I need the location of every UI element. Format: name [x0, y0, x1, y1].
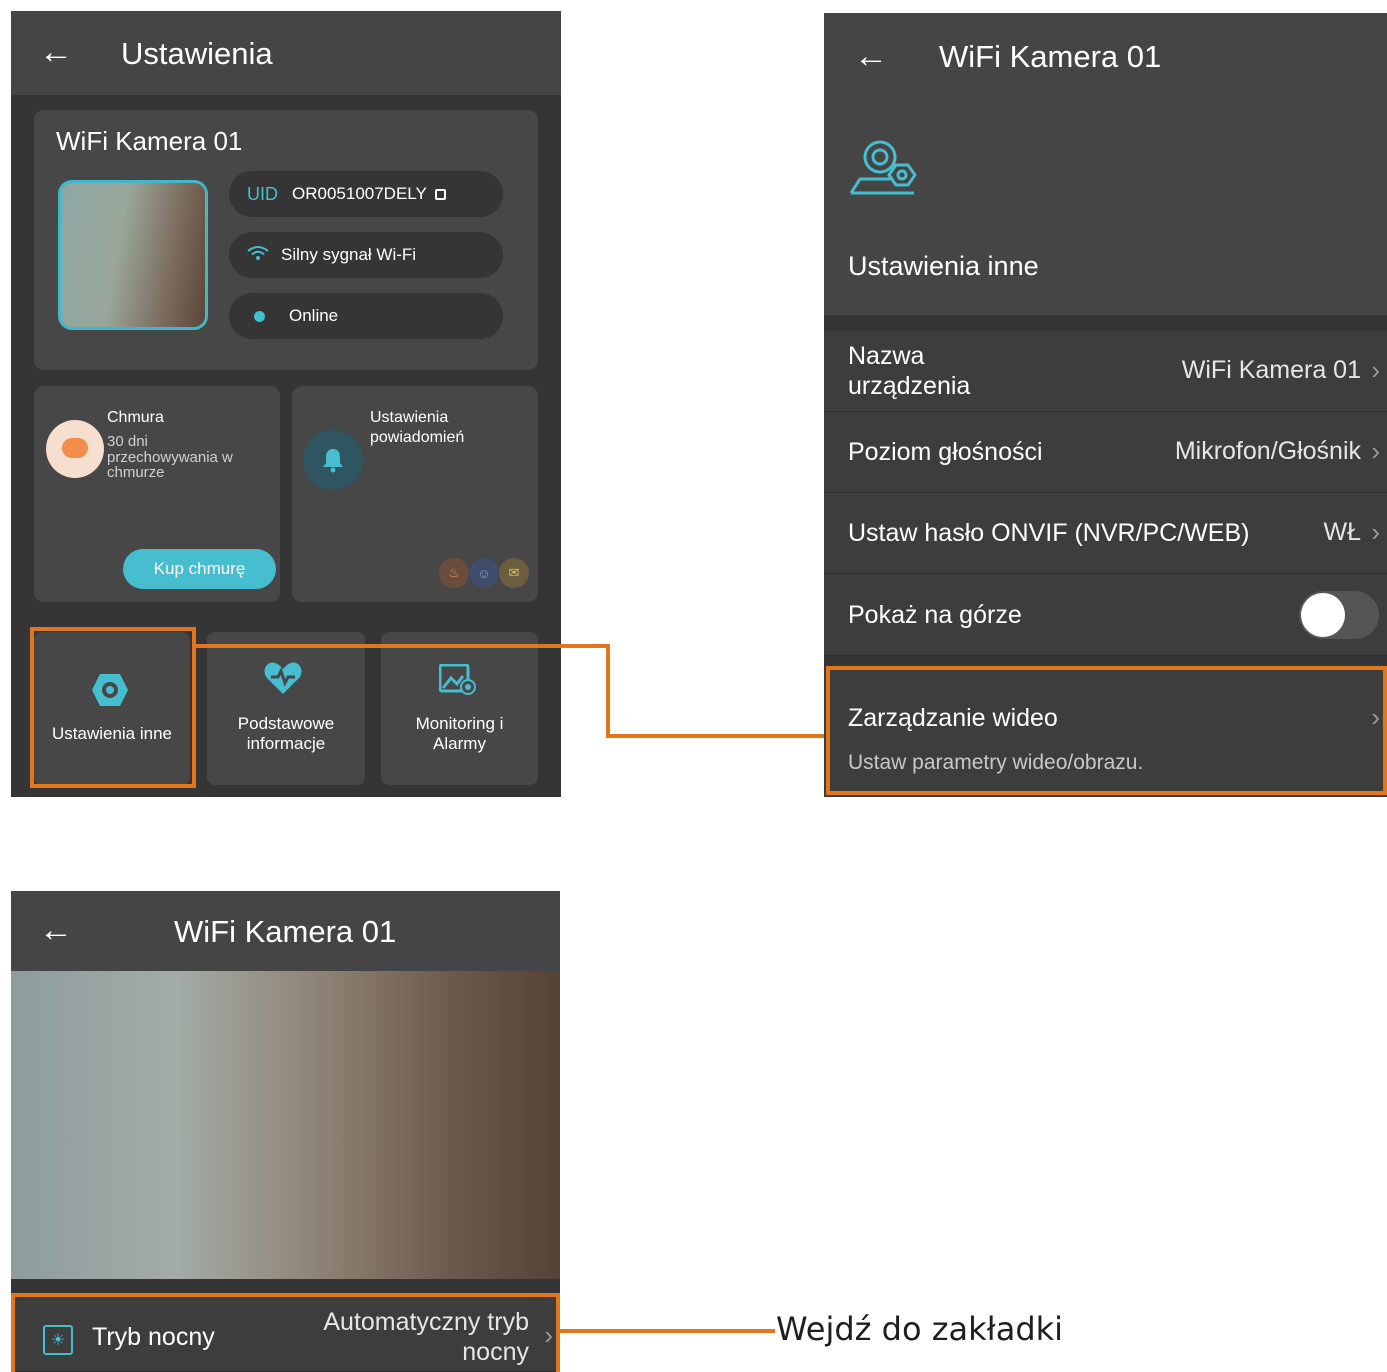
notification-title-1: Ustawienia [370, 409, 449, 426]
highlight-other-settings [30, 627, 196, 788]
cloud-icon [46, 420, 104, 478]
highlight-night-mode [11, 1293, 560, 1372]
mail-icon: ✉ [499, 558, 529, 588]
tile-monitoring-label-1: Monitoring i [415, 714, 504, 733]
back-arrow-icon[interactable]: ← [39, 913, 73, 947]
chevron-right-icon: › [1371, 517, 1380, 547]
row-onvif-password[interactable]: Ustaw hasło ONVIF (NVR/PC/WEB) WŁ › [824, 493, 1387, 574]
bell-icon [303, 430, 363, 490]
notification-card[interactable]: Ustawienia powiadomień ♨ ☺ ✉ [292, 386, 538, 602]
heart-pulse-icon [263, 660, 303, 701]
connector-line [194, 644, 610, 648]
uid-pill: UID OR0051007DELY [229, 171, 503, 217]
monitoring-image-icon [438, 663, 477, 701]
callout-text: Wejdź do zakładki [776, 1310, 1064, 1348]
cloud-desc-3: chmurze [107, 464, 165, 481]
back-arrow-icon[interactable]: ← [39, 35, 73, 69]
wifi-pill: Silny sygnał Wi-Fi [229, 232, 503, 278]
page-title: Ustawienia [121, 36, 273, 71]
settings-camera-icon [848, 135, 918, 202]
tile-basic-info-label-1: Podstawowe [237, 714, 335, 733]
page-title: WiFi Kamera 01 [939, 39, 1162, 74]
notification-title-2: powiadomień [370, 429, 465, 446]
camera-thumbnail[interactable] [58, 180, 208, 330]
tile-monitoring[interactable]: Monitoring i Alarmy [381, 632, 538, 785]
volume-label: Poziom głośności [848, 438, 1043, 466]
page-title: WiFi Kamera 01 [174, 914, 397, 949]
chevron-right-icon: › [1371, 355, 1380, 385]
cloud-card[interactable]: Chmura 30 dni przechowywania w chmurze K… [34, 386, 280, 602]
uid-label: UID [247, 183, 278, 204]
wifi-icon [247, 245, 269, 266]
tile-basic-info[interactable]: Podstawowe informacje [207, 632, 365, 785]
wifi-status: Silny sygnał Wi-Fi [281, 245, 417, 264]
tile-monitoring-label-2: Alarmy [433, 734, 486, 753]
uid-value: OR0051007DELY [292, 184, 427, 203]
device-card: WiFi Kamera 01 UID OR0051007DELY Silny s… [34, 110, 538, 370]
chevron-right-icon: › [1371, 436, 1380, 466]
online-status: Online [289, 306, 339, 325]
video-preview[interactable] [11, 971, 560, 1279]
connector-line [606, 734, 830, 738]
online-dot-icon [254, 310, 265, 322]
camera-header: ← WiFi Kamera 01 [11, 891, 560, 971]
section-title: Ustawienia inne [848, 251, 1039, 281]
row-device-name[interactable]: Nazwa urządzenia WiFi Kamera 01 › [824, 331, 1387, 412]
back-arrow-icon[interactable]: ← [854, 39, 888, 73]
device-name: WiFi Kamera 01 [56, 126, 243, 156]
device-name-value: WiFi Kamera 01 [1181, 356, 1361, 384]
volume-value: Mikrofon/Głośnik [1174, 437, 1361, 465]
row-show-on-top: Pokaż na górze [824, 574, 1387, 656]
onvif-label: Ustaw hasło ONVIF (NVR/PC/WEB) [848, 519, 1250, 547]
settings-header: ← Ustawienia [11, 11, 561, 95]
cloud-desc-1: 30 dni [107, 433, 148, 450]
highlight-video-management [826, 666, 1387, 795]
buy-cloud-button[interactable]: Kup chmurę [123, 549, 276, 589]
device-name-label-1: Nazwa [848, 342, 925, 370]
copy-icon[interactable] [434, 188, 446, 200]
tile-basic-info-label-2: informacje [246, 734, 326, 753]
show-on-top-toggle[interactable] [1299, 591, 1379, 639]
person-icon: ☺ [469, 558, 499, 588]
alarm-icon: ♨ [439, 558, 469, 588]
other-settings-header: ← WiFi Kamera 01 Ustawienia inne [824, 13, 1387, 315]
row-volume[interactable]: Poziom głośności Mikrofon/Głośnik › [824, 412, 1387, 493]
cloud-desc-2: przechowywania w [107, 449, 233, 466]
show-on-top-label: Pokaż na górze [848, 601, 1022, 629]
online-pill: Online [229, 293, 503, 339]
connector-line [606, 644, 610, 738]
callout-line [560, 1329, 775, 1333]
device-name-label-2: urządzenia [848, 372, 971, 400]
onvif-value: WŁ [1323, 518, 1362, 546]
cloud-title: Chmura [107, 409, 164, 426]
